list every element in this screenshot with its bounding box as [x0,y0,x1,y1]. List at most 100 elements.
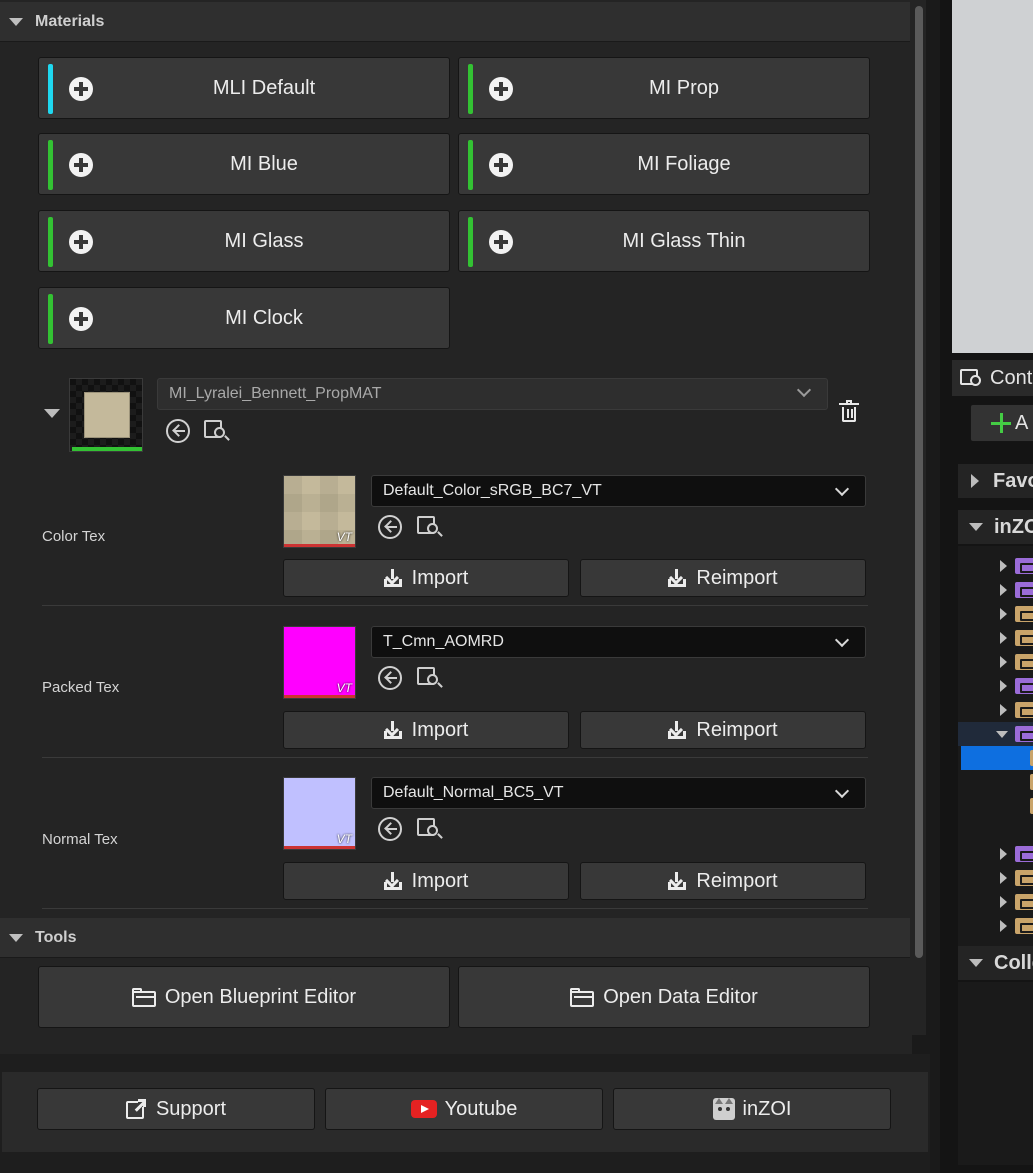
button-label: Support [155,1097,227,1120]
content-browser-tab[interactable]: Cont [952,360,1033,396]
tree-folder-row-selected[interactable] [961,746,1033,770]
dropdown-value: MI_Lyralei_Bennett_PropMAT [169,385,382,402]
expand-arrow-icon [971,474,979,488]
button-label: Reimport [696,718,778,741]
packed-tex-import-button[interactable]: Import [283,711,569,749]
accent-bar [468,64,473,114]
packed-tex-reimport-button[interactable]: Reimport [580,711,866,749]
use-selected-asset-icon[interactable] [166,419,190,443]
tree-folder-row[interactable] [958,914,1033,938]
material-instance-dropdown[interactable]: MI_Lyralei_Bennett_PropMAT [157,378,828,410]
button-label: MI Clock [225,306,303,329]
tree-folder-row[interactable] [958,674,1033,698]
folder-tree [958,546,1033,962]
button-label: Import [411,566,469,589]
root-folder-header[interactable]: inZO [958,510,1033,544]
collapse-arrow-icon [969,959,983,967]
tree-folder-row[interactable] [958,842,1033,866]
normal-tex-thumbnail[interactable]: VT [283,777,356,850]
use-selected-asset-icon[interactable] [378,515,402,539]
color-tex-import-button[interactable]: Import [283,559,569,597]
tools-section-header[interactable]: Tools [0,918,910,958]
details-scrollbar[interactable] [912,0,926,1035]
add-material-button-mi-prop[interactable]: MI Prop [458,57,870,119]
favorites-header[interactable]: Favo [958,464,1033,498]
details-panel: Materials MLI Default MI Prop MI Blue MI… [0,0,912,1173]
collections-header[interactable]: Colle [958,946,1033,980]
chevron-down-icon [834,632,850,648]
folder-icon [1015,630,1033,646]
tree-folder-row[interactable] [958,866,1033,890]
packed-tex-thumbnail[interactable]: VT [283,626,356,699]
external-link-icon [125,1099,146,1119]
add-button[interactable]: A [970,404,1033,442]
tree-folder-row[interactable] [958,554,1033,578]
youtube-button[interactable]: Youtube [325,1088,603,1130]
tree-folder-row[interactable] [958,770,1033,794]
plus-icon [991,413,1011,433]
tree-folder-row[interactable] [958,890,1033,914]
open-blueprint-editor-button[interactable]: Open Blueprint Editor [38,966,450,1028]
open-data-editor-button[interactable]: Open Data Editor [458,966,870,1028]
inzoi-cat-icon [712,1098,735,1120]
add-material-button-mi-blue[interactable]: MI Blue [38,133,450,195]
row-divider [42,908,868,909]
browse-to-asset-icon[interactable] [417,665,443,689]
add-material-button-mli-default[interactable]: MLI Default [38,57,450,119]
add-material-button-mi-clock[interactable]: MI Clock [38,287,450,349]
download-icon [383,872,402,890]
accent-bar [48,140,53,190]
button-label: Open Data Editor [603,985,758,1008]
normal-tex-dropdown[interactable]: Default_Normal_BC5_VT [371,777,866,809]
color-tex-reimport-button[interactable]: Reimport [580,559,866,597]
material-preview-swatch [84,392,130,438]
button-label: MLI Default [212,76,316,99]
tree-folder-row[interactable] [958,578,1033,602]
header-label: Favo [993,469,1033,492]
use-selected-asset-icon[interactable] [378,817,402,841]
add-material-button-mi-glass[interactable]: MI Glass [38,210,450,272]
folder-icon [1015,606,1033,622]
use-selected-asset-icon[interactable] [378,666,402,690]
folder-open-icon [131,987,156,1007]
color-tex-dropdown[interactable]: Default_Color_sRGB_BC7_VT [371,475,866,507]
browse-to-asset-icon[interactable] [417,816,443,840]
dropdown-value: Default_Color_sRGB_BC7_VT [383,482,602,499]
tree-folder-row-expanded[interactable] [958,722,1033,746]
expand-arrow-icon[interactable] [44,409,60,418]
inzoi-button[interactable]: inZOI [613,1088,891,1130]
add-material-button-mi-foliage[interactable]: MI Foliage [458,133,870,195]
color-tex-thumbnail[interactable]: VT [283,475,356,548]
row-divider [42,605,868,606]
download-icon [383,721,402,739]
folder-icon [1015,846,1033,862]
folder-icon [1015,678,1033,694]
collections-panel [958,982,1033,1165]
tree-folder-row[interactable] [958,602,1033,626]
button-label: MI Foliage [637,152,731,175]
trash-icon[interactable] [839,400,859,424]
tree-folder-row[interactable] [958,650,1033,674]
add-material-button-mi-glass-thin[interactable]: MI Glass Thin [458,210,870,272]
tree-folder-row[interactable] [958,794,1033,818]
vt-badge: VT [336,530,352,544]
packed-tex-dropdown[interactable]: T_Cmn_AOMRD [371,626,866,658]
scrollbar-thumb[interactable] [915,6,923,958]
browse-to-asset-icon[interactable] [204,418,230,442]
tree-folder-row[interactable] [958,698,1033,722]
support-button[interactable]: Support [37,1088,315,1130]
normal-tex-reimport-button[interactable]: Reimport [580,862,866,900]
tree-folder-row[interactable] [958,626,1033,650]
chevron-down-icon [834,481,850,497]
button-label: MI Prop [648,76,720,99]
folder-icon [1015,918,1033,934]
viewport[interactable] [952,0,1033,353]
material-thumbnail[interactable] [69,378,143,452]
accent-bar [48,64,53,114]
normal-tex-import-button[interactable]: Import [283,862,569,900]
download-icon [668,721,687,739]
accent-bar [48,217,53,267]
vt-badge: VT [336,681,352,695]
materials-section-header[interactable]: Materials [0,2,910,42]
browse-to-asset-icon[interactable] [417,514,443,538]
